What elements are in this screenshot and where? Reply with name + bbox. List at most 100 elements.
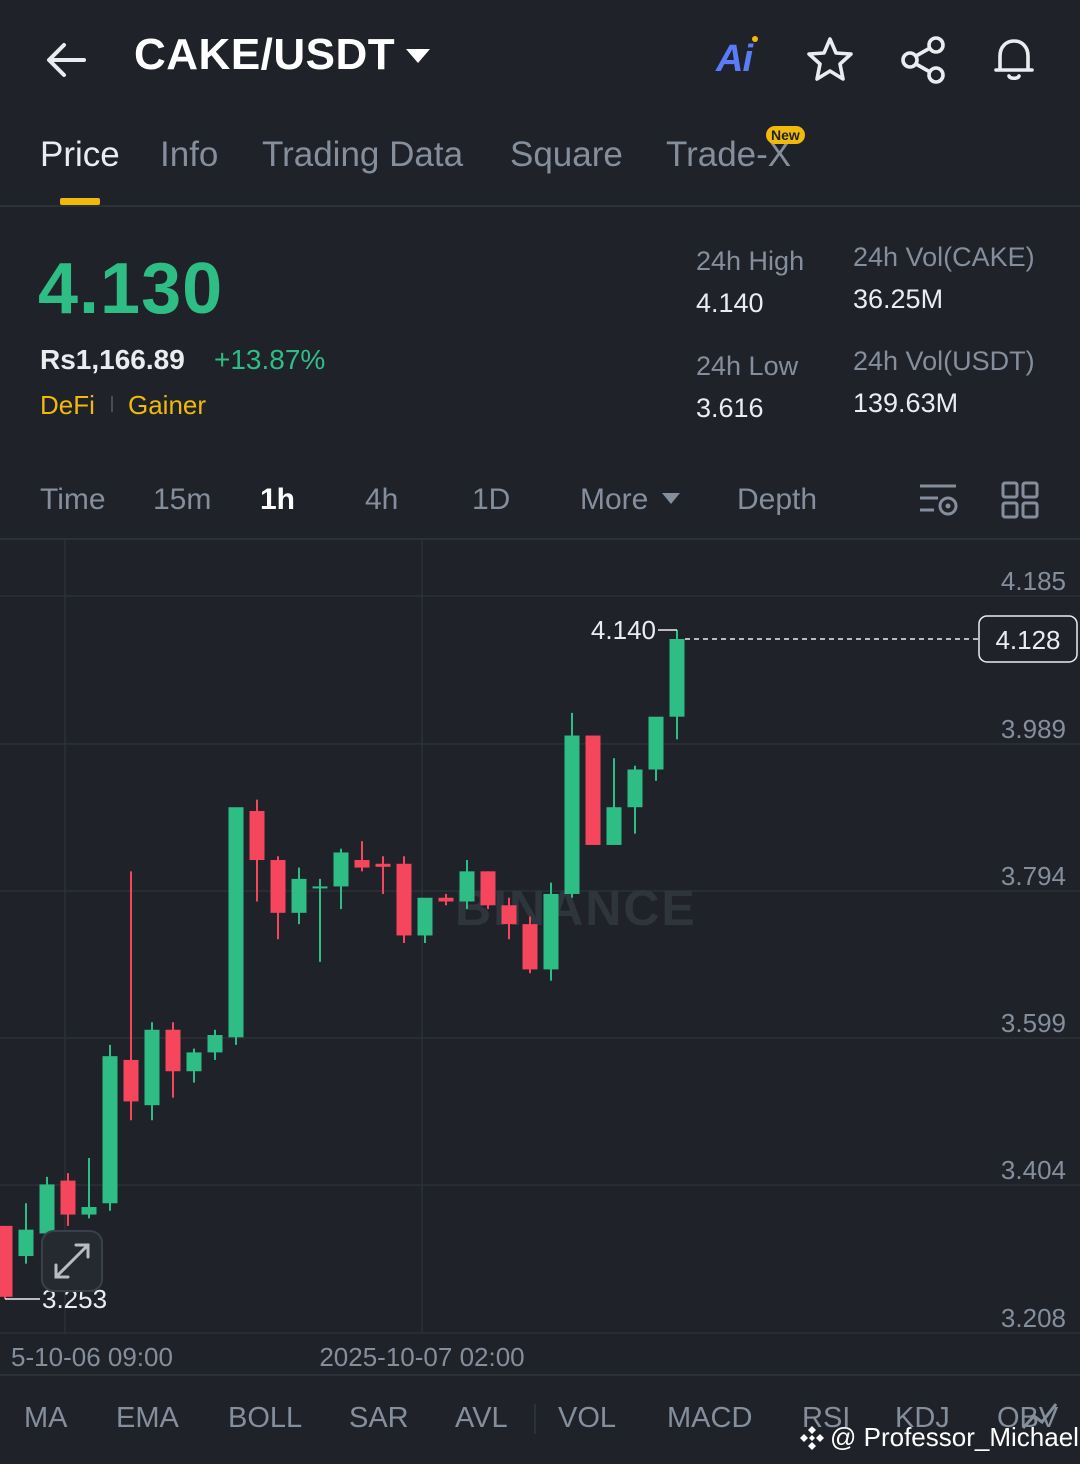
interval-more[interactable]: More	[580, 483, 648, 517]
candle	[543, 882, 559, 981]
candle	[291, 867, 307, 925]
candle-body	[459, 871, 475, 902]
last-price: 4.130	[38, 249, 224, 329]
candle	[585, 735, 601, 845]
candle-body	[585, 735, 601, 845]
interval-1h[interactable]: 1h	[260, 483, 295, 517]
candle-body	[627, 769, 643, 808]
tab-trading-data[interactable]: Trading Data	[262, 135, 463, 175]
candle-body	[480, 871, 496, 906]
ai-spark-icon	[752, 36, 758, 42]
candlestick-chart[interactable]: BINANCE 4.1853.9893.7943.5993.4043.208 4…	[0, 540, 1080, 1375]
candle-body	[228, 807, 244, 1038]
low-label: 24h Low	[696, 351, 799, 381]
candle-body	[396, 863, 412, 936]
watermark-credit: @ Professor_Michael	[830, 1422, 1079, 1452]
candle	[438, 893, 454, 906]
interval-time[interactable]: Time	[40, 483, 106, 517]
candle	[249, 799, 265, 902]
y-tick-label: 3.599	[1001, 1008, 1066, 1038]
candle	[354, 841, 370, 872]
tag-gainer[interactable]: Gainer	[128, 390, 206, 421]
tag-defi[interactable]: DeFi	[40, 390, 95, 421]
candle-body	[270, 860, 286, 913]
tabs-divider	[0, 205, 1080, 207]
more-caret-icon	[662, 493, 680, 504]
candle-body	[39, 1184, 55, 1234]
caret-down-icon[interactable]	[406, 49, 430, 63]
current-price-label: 4.128	[995, 625, 1060, 655]
chart-grid	[0, 540, 1080, 1334]
vol-quote-value: 139.63M	[853, 388, 959, 418]
candle-body	[81, 1207, 97, 1215]
candle-body	[543, 893, 559, 970]
star-icon[interactable]	[804, 34, 856, 86]
candle	[627, 765, 643, 834]
y-tick-label: 3.989	[1001, 714, 1066, 744]
interval-4h[interactable]: 4h	[365, 483, 398, 517]
candle-body	[564, 735, 580, 894]
candle	[0, 1225, 13, 1300]
candle-body	[18, 1229, 34, 1257]
expand-icon[interactable]	[40, 1229, 104, 1293]
candle	[165, 1022, 181, 1098]
candle-body	[375, 863, 391, 867]
candle-body	[249, 810, 265, 861]
indicator-vol[interactable]: VOL	[558, 1402, 616, 1435]
candle	[228, 807, 244, 1045]
active-tab-indicator	[60, 198, 100, 205]
candle	[81, 1157, 97, 1219]
interval-15m[interactable]: 15m	[153, 483, 211, 517]
candle	[522, 916, 538, 974]
candle	[207, 1029, 223, 1060]
tab-square[interactable]: Square	[510, 135, 623, 175]
candle-body	[144, 1029, 160, 1106]
candle	[123, 871, 139, 1121]
candle	[144, 1022, 160, 1121]
indicator-macd[interactable]: MACD	[667, 1402, 752, 1435]
chart-overlays: 4.1284.1403.253	[5, 615, 1078, 1314]
candle-body	[417, 897, 433, 936]
fiat-price: Rs1,166.89	[40, 344, 185, 375]
candle-body	[312, 886, 328, 889]
high-marker-label: 4.140	[591, 615, 656, 645]
candle-body	[123, 1059, 139, 1102]
low-value: 3.616	[696, 393, 764, 423]
bell-icon[interactable]	[988, 32, 1040, 84]
x-axis-label: 2025-10-07 02:00	[319, 1342, 524, 1372]
chart-settings-icon[interactable]	[918, 480, 960, 520]
share-icon[interactable]	[898, 34, 950, 86]
interval-1d[interactable]: 1D	[472, 483, 510, 517]
indicator-boll[interactable]: BOLL	[228, 1402, 302, 1435]
back-arrow-icon[interactable]	[40, 34, 92, 86]
indicator-divider	[0, 1374, 1080, 1376]
x-axis-label: 5-10-06 09:00	[11, 1342, 173, 1372]
depth-tab[interactable]: Depth	[737, 483, 817, 517]
candle-body	[522, 924, 538, 970]
binance-logo-icon	[800, 1426, 824, 1450]
candle	[18, 1203, 34, 1264]
indicator-ma[interactable]: MA	[24, 1402, 68, 1435]
candle-body	[333, 852, 349, 887]
candle-body	[207, 1035, 223, 1053]
ai-icon[interactable]: Ai	[716, 38, 753, 81]
candle-body	[354, 860, 370, 868]
top-bar: CAKE/USDT Ai	[0, 0, 1080, 115]
candle-body	[60, 1180, 76, 1215]
candle	[375, 856, 391, 894]
grid-layout-icon[interactable]	[1000, 480, 1040, 520]
candle-body	[0, 1225, 13, 1297]
tab-price[interactable]: Price	[40, 135, 120, 175]
tag-separator	[111, 396, 113, 412]
high-value: 4.140	[696, 288, 764, 318]
candle	[396, 856, 412, 944]
candle	[606, 758, 622, 845]
tab-info[interactable]: Info	[160, 135, 218, 175]
indicator-sar[interactable]: SAR	[349, 1402, 409, 1435]
indicator-avl[interactable]: AVL	[455, 1402, 508, 1435]
candle-body	[102, 1056, 118, 1204]
indicator-separator	[534, 1404, 536, 1434]
pair-title[interactable]: CAKE/USDT	[134, 30, 395, 80]
candle	[270, 856, 286, 940]
indicator-ema[interactable]: EMA	[116, 1402, 179, 1435]
